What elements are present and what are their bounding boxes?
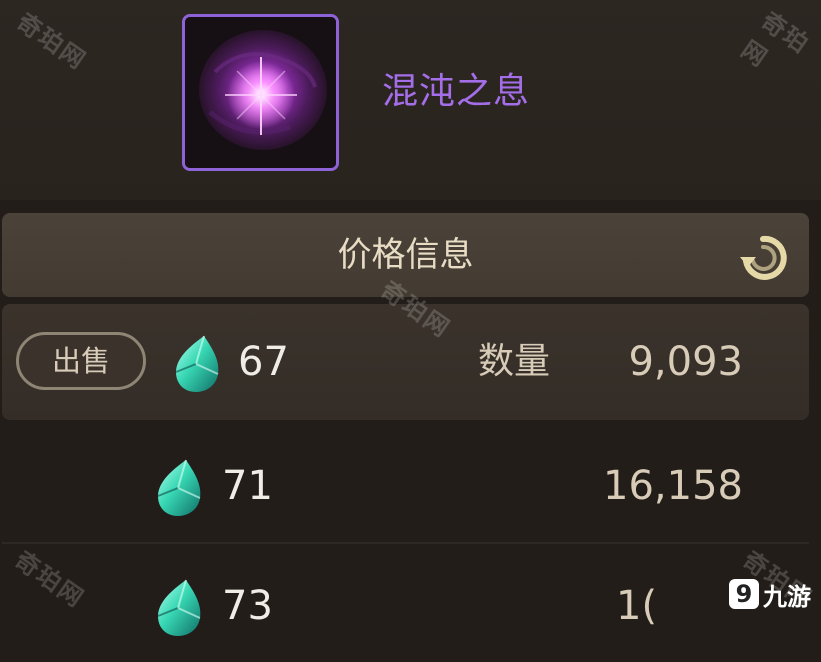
brand-name: 九游 bbox=[763, 582, 811, 611]
refresh-icon bbox=[740, 235, 787, 280]
brand-mark: 9 bbox=[729, 579, 759, 609]
price-info-header: 价格信息 bbox=[2, 213, 809, 297]
listing-row[interactable]: 71 16,158 bbox=[2, 424, 809, 540]
green-gem-icon bbox=[174, 334, 220, 394]
price-value: 67 bbox=[238, 339, 289, 385]
item-name: 混沌之息 bbox=[382, 71, 531, 112]
price-info-title: 价格信息 bbox=[337, 235, 474, 275]
quantity-value: 16,158 bbox=[603, 463, 743, 509]
purple-orb-icon bbox=[182, 14, 339, 171]
price-value: 71 bbox=[222, 463, 273, 509]
item-header: 混沌之息 bbox=[0, 0, 821, 200]
refresh-button[interactable] bbox=[736, 231, 790, 285]
sell-button[interactable]: 出售 bbox=[16, 332, 146, 390]
green-gem-icon bbox=[156, 458, 202, 518]
brand-logo: 9 九游 bbox=[729, 576, 811, 612]
quantity-label: 数量 bbox=[478, 341, 551, 382]
quantity-value: 9,093 bbox=[628, 339, 743, 385]
price-value: 73 bbox=[222, 583, 273, 629]
quantity-value: 1( bbox=[616, 583, 658, 629]
row-divider bbox=[2, 542, 809, 544]
listing-row[interactable]: 出售 67 数量 9,093 bbox=[2, 304, 809, 420]
green-gem-icon bbox=[156, 578, 202, 638]
listing-row[interactable]: 73 1( bbox=[2, 546, 809, 662]
